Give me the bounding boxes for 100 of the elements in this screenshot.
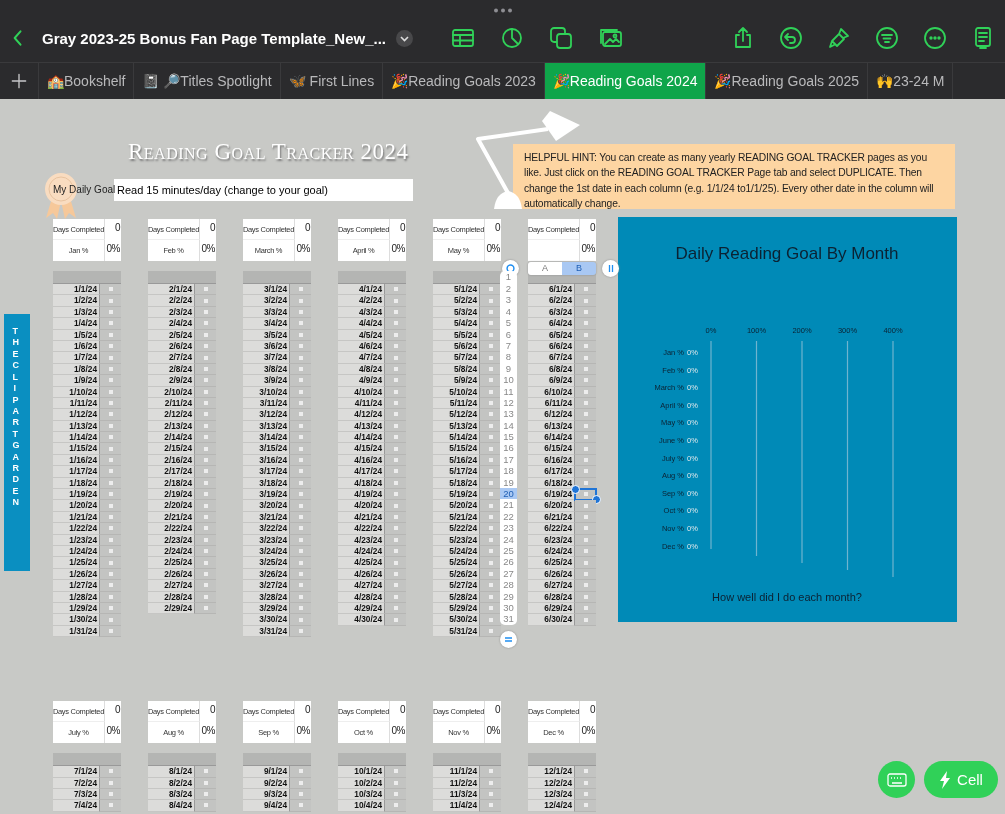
checkbox[interactable]: [298, 606, 303, 611]
dropdown-icon[interactable]: [396, 29, 414, 47]
sheet-tab[interactable]: 🦋 First Lines: [280, 63, 384, 99]
checkbox[interactable]: [203, 321, 208, 326]
checkbox[interactable]: [393, 469, 398, 474]
document-title[interactable]: Gray 2023-25 Bonus Fan Page Template_New_...: [42, 29, 387, 47]
checkbox[interactable]: [393, 526, 398, 531]
checkbox[interactable]: [583, 344, 588, 349]
checkbox[interactable]: [298, 298, 303, 303]
checkbox[interactable]: [108, 803, 113, 808]
checkbox[interactable]: [203, 537, 208, 542]
checkbox[interactable]: [583, 780, 588, 785]
checkbox[interactable]: [488, 537, 493, 542]
checkbox[interactable]: [393, 549, 398, 554]
checkbox[interactable]: [298, 594, 303, 599]
checkbox[interactable]: [393, 571, 398, 576]
checkbox[interactable]: [108, 401, 113, 406]
row-number[interactable]: 25: [500, 545, 517, 557]
row-number[interactable]: 8: [500, 351, 517, 363]
row-number[interactable]: 11: [500, 385, 517, 397]
checkbox[interactable]: [583, 332, 588, 337]
checkbox[interactable]: [393, 412, 398, 417]
checkbox[interactable]: [298, 446, 303, 451]
checkbox[interactable]: [393, 321, 398, 326]
checkbox[interactable]: [583, 458, 588, 463]
checkbox[interactable]: [393, 435, 398, 440]
add-row-button[interactable]: [500, 631, 517, 648]
row-number[interactable]: 19: [500, 476, 517, 489]
cell-button[interactable]: Cell: [924, 761, 998, 798]
checkbox[interactable]: [108, 503, 113, 508]
checkbox[interactable]: [298, 480, 303, 485]
checkbox[interactable]: [488, 378, 493, 383]
checkbox[interactable]: [488, 549, 493, 554]
checkbox[interactable]: [203, 423, 208, 428]
checkbox[interactable]: [298, 515, 303, 519]
add-icon[interactable]: [9, 71, 29, 91]
row-number[interactable]: 5: [500, 317, 517, 329]
checkbox[interactable]: [108, 287, 113, 292]
column-handle-button[interactable]: [602, 260, 619, 277]
checkbox[interactable]: [203, 389, 208, 394]
checkbox[interactable]: [108, 606, 113, 611]
checkbox[interactable]: [393, 366, 398, 371]
checkbox[interactable]: [203, 780, 208, 785]
checkbox[interactable]: [203, 526, 208, 531]
row-number[interactable]: 12: [500, 396, 517, 409]
checkbox[interactable]: [488, 492, 493, 497]
row-number[interactable]: 27: [500, 567, 517, 580]
checkbox[interactable]: [488, 344, 493, 349]
checkbox[interactable]: [203, 344, 208, 349]
row-number[interactable]: 1: [500, 271, 517, 283]
checkbox[interactable]: [298, 617, 303, 622]
checkbox[interactable]: [393, 617, 398, 622]
checkbox[interactable]: [203, 792, 208, 797]
checkbox[interactable]: [393, 594, 398, 599]
checkbox[interactable]: [298, 378, 303, 383]
row-number[interactable]: 20: [500, 488, 517, 500]
row-number[interactable]: 4: [500, 305, 517, 318]
checkbox[interactable]: [108, 594, 113, 599]
checkbox[interactable]: [108, 469, 113, 474]
checkbox[interactable]: [583, 287, 588, 292]
column-header[interactable]: A: [528, 262, 562, 275]
checkbox[interactable]: [298, 560, 303, 565]
checkbox[interactable]: [203, 594, 208, 599]
checkbox[interactable]: [393, 583, 398, 588]
checkbox[interactable]: [108, 298, 113, 303]
checkbox[interactable]: [108, 435, 113, 440]
checkbox[interactable]: [488, 321, 493, 326]
checkbox[interactable]: [203, 412, 208, 417]
checkbox[interactable]: [393, 480, 398, 485]
checkbox[interactable]: [488, 389, 493, 394]
checkbox[interactable]: [203, 309, 208, 314]
checkbox[interactable]: [393, 492, 398, 497]
checkbox[interactable]: [203, 583, 208, 588]
checkbox[interactable]: [203, 469, 208, 474]
checkbox[interactable]: [298, 469, 303, 474]
row-number[interactable]: 28: [500, 579, 517, 591]
checkbox[interactable]: [583, 389, 588, 394]
row-number[interactable]: 15: [500, 431, 517, 443]
checkbox[interactable]: [298, 287, 303, 292]
checkbox[interactable]: [488, 446, 493, 451]
drag-handle-icon[interactable]: [492, 7, 513, 13]
checkbox[interactable]: [393, 458, 398, 463]
checkbox[interactable]: [108, 458, 113, 463]
checkbox[interactable]: [583, 549, 588, 554]
checkbox[interactable]: [583, 309, 588, 314]
shapes-icon[interactable]: [549, 26, 574, 50]
row-number[interactable]: 6: [500, 328, 517, 340]
checkbox[interactable]: [488, 287, 493, 292]
checkbox[interactable]: [488, 526, 493, 531]
row-number[interactable]: 31: [500, 613, 517, 625]
checkbox[interactable]: [298, 769, 303, 774]
checkbox[interactable]: [298, 309, 303, 314]
checkbox[interactable]: [583, 401, 588, 406]
checkbox[interactable]: [108, 309, 113, 314]
checkbox[interactable]: [488, 792, 493, 797]
chart-icon[interactable]: [500, 26, 525, 50]
row-number[interactable]: 2: [500, 283, 517, 295]
sheet-tab[interactable]: 🙌23-24 M: [868, 63, 954, 99]
checkbox[interactable]: [488, 503, 493, 508]
checkbox[interactable]: [488, 515, 493, 519]
